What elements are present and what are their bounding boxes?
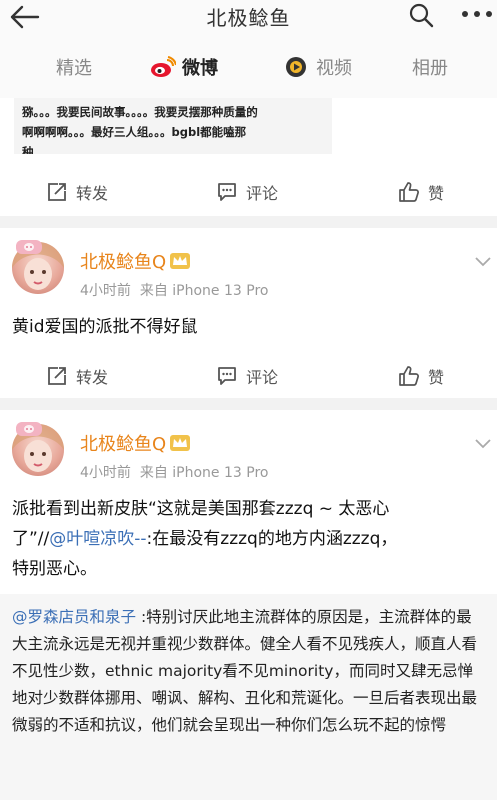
post-source: 来自 iPhone 13 Pro (139, 283, 269, 299)
post-card: 北极鲶鱼Q 4小时前 来自 iPhone 13 Pro 黄id爱国的派批不得好鼠… (0, 228, 497, 398)
tab-weibo[interactable]: 微博 (150, 54, 218, 80)
vip-crown-icon (170, 253, 191, 269)
post-card: 北极鲶鱼Q 4小时前 来自 iPhone 13 Pro 派批看到出新皮肤“这就是… (0, 410, 497, 800)
tab-label: 视频 (316, 58, 352, 79)
tab-label: 微博 (182, 58, 218, 79)
chevron-down-icon[interactable] (474, 438, 492, 450)
mention-link[interactable]: @叶喧凉吹-- (49, 529, 146, 549)
profile-tabs: 精选 微博 视频 相册 (0, 36, 497, 98)
repost-label: 转发 (76, 184, 109, 203)
mention-link[interactable]: @罗森店员和泉子 (12, 608, 136, 626)
username[interactable]: 北极鲶鱼Q (80, 430, 191, 456)
chevron-down-icon[interactable] (474, 256, 492, 268)
quoted-post[interactable]: @罗森店员和泉子 :特别讨厌此地主流群体的原因是，主流群体的最大主流永远是无视并… (0, 594, 497, 800)
post-line: 特别恶心。 (12, 559, 97, 579)
quote-line: 猕。。。我要民间故事。。。。我要灵摆那种质量的 (22, 105, 258, 119)
post-meta: 4小时前 来自 iPhone 13 Pro (80, 280, 268, 300)
post-line: 了”//@叶喧凉吹--:在最没有zzzq的地方内涵zzzq， (12, 524, 487, 554)
post-text-segment: 了”// (12, 529, 50, 549)
tab-label: 精选 (56, 58, 92, 79)
comment-button[interactable]: 评论 (216, 364, 278, 388)
repost-button[interactable]: 转发 (46, 364, 108, 388)
tab-video[interactable]: 视频 (284, 54, 352, 80)
pig-badge-icon (16, 422, 42, 436)
thumbs-up-icon (399, 366, 419, 386)
like-button[interactable]: 赞 (398, 364, 444, 388)
action-bar: 转发 评论 赞 (0, 356, 497, 396)
quote-line: 种 (22, 145, 34, 154)
comment-button[interactable]: 评论 (216, 180, 278, 204)
like-label: 赞 (428, 184, 445, 203)
repost-icon (48, 367, 66, 385)
pig-badge-icon (16, 240, 42, 254)
repost-icon (48, 183, 66, 201)
post-body: 派批看到出新皮肤“这就是美国那套zzzq ~ 太恶心 了”//@叶喧凉吹--:在… (12, 494, 487, 584)
search-icon[interactable] (408, 2, 434, 28)
weibo-logo-icon (151, 56, 176, 77)
video-icon (286, 57, 306, 77)
vip-crown-icon (170, 435, 191, 451)
post-meta: 4小时前 来自 iPhone 13 Pro (80, 462, 268, 482)
repost-label: 转发 (76, 368, 109, 387)
tab-album[interactable]: 相册 (412, 54, 448, 80)
feed-card: 猕。。。我要民间故事。。。。我要灵摆那种质量的 啊啊啊啊。。。最好三人组。。。b… (0, 98, 497, 216)
username-text: 北极鲶鱼Q (80, 434, 167, 455)
username[interactable]: 北极鲶鱼Q (80, 248, 191, 274)
post-time: 4小时前 (80, 283, 131, 299)
more-options-icon[interactable] (460, 6, 494, 22)
repost-button[interactable]: 转发 (46, 180, 108, 204)
thumbs-up-icon (399, 182, 419, 202)
top-nav-bar: 北极鲶鱼 (0, 0, 497, 36)
comment-icon (218, 367, 236, 385)
quote-line: 啊啊啊啊。。。最好三人组。。。bgbl都能嗑那 (22, 125, 247, 139)
action-bar: 转发 评论 赞 (0, 172, 497, 212)
post-line: 派批看到出新皮肤“这就是美国那套zzzq ~ 太恶心 (12, 499, 390, 519)
post-source: 来自 iPhone 13 Pro (139, 465, 269, 481)
tab-featured[interactable]: 精选 (56, 54, 92, 80)
username-text: 北极鲶鱼Q (80, 252, 167, 273)
comment-label: 评论 (246, 184, 279, 203)
post-time: 4小时前 (80, 465, 131, 481)
like-button[interactable]: 赞 (398, 180, 444, 204)
post-body: 黄id爱国的派批不得好鼠 (12, 317, 198, 337)
comment-icon (218, 183, 236, 201)
quoted-post-text: :特别讨厌此地主流群体的原因是，主流群体的最大主流永远是无视并重视少数群体。健全… (12, 608, 478, 734)
quoted-text-box[interactable]: 猕。。。我要民间故事。。。。我要灵摆那种质量的 啊啊啊啊。。。最好三人组。。。b… (14, 98, 332, 154)
tab-label: 相册 (412, 58, 448, 79)
comment-label: 评论 (246, 368, 279, 387)
like-label: 赞 (428, 368, 445, 387)
post-text-segment: :在最没有zzzq的地方内涵zzzq， (146, 529, 398, 549)
